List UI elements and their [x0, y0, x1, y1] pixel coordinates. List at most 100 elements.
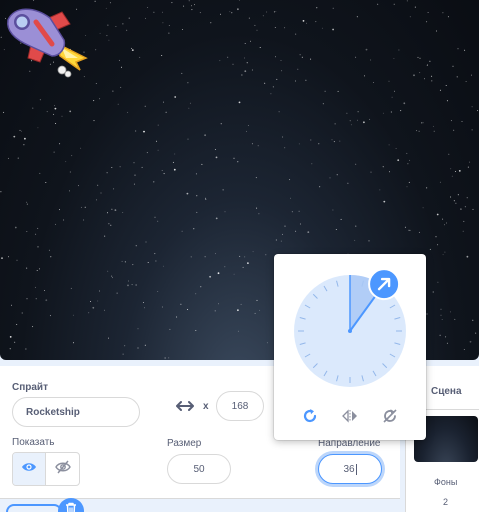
text-caret	[355, 463, 357, 475]
star	[116, 292, 118, 294]
sprite-thumbnail-selected[interactable]	[6, 504, 62, 512]
star	[11, 304, 12, 306]
star	[109, 2, 111, 4]
star	[163, 101, 164, 103]
star	[357, 119, 358, 121]
star	[8, 256, 9, 258]
star	[191, 5, 192, 7]
star	[55, 223, 56, 225]
star	[388, 80, 390, 82]
star	[318, 143, 320, 145]
backdrops-count: 2	[443, 497, 449, 507]
star	[54, 105, 55, 107]
star	[80, 206, 82, 208]
star	[398, 49, 400, 51]
star	[232, 63, 234, 65]
star	[432, 125, 434, 127]
star	[340, 218, 342, 220]
star	[403, 102, 406, 105]
star	[127, 284, 129, 287]
star	[46, 111, 48, 113]
star	[111, 277, 113, 279]
star	[237, 8, 239, 11]
star	[310, 139, 312, 141]
star	[450, 168, 452, 170]
star	[332, 7, 334, 9]
star	[164, 357, 166, 359]
direction-dial[interactable]	[274, 254, 426, 404]
star	[88, 312, 90, 314]
x-input[interactable]: 168	[216, 391, 264, 421]
star	[251, 69, 253, 71]
star	[147, 262, 149, 263]
star	[210, 22, 212, 24]
star	[255, 177, 257, 179]
star	[441, 319, 443, 320]
star	[174, 153, 176, 155]
star	[419, 57, 421, 59]
star	[144, 344, 146, 346]
star	[54, 107, 57, 110]
star	[180, 303, 182, 305]
star	[154, 216, 156, 218]
star	[26, 267, 28, 269]
star	[446, 342, 448, 344]
sprite-name-input[interactable]: Rocketship	[12, 397, 140, 427]
star	[108, 223, 110, 225]
star	[107, 270, 109, 272]
star	[97, 184, 99, 186]
direction-input[interactable]: 36	[318, 454, 382, 484]
rocketship-sprite[interactable]	[0, 0, 90, 80]
star	[84, 206, 86, 208]
star	[107, 24, 109, 26]
hide-button[interactable]	[46, 453, 79, 485]
star	[357, 111, 359, 113]
star	[72, 314, 74, 316]
star	[266, 342, 268, 344]
star	[363, 121, 365, 124]
star	[14, 226, 17, 229]
star	[50, 256, 52, 258]
star	[204, 134, 207, 137]
all-around-rotation-button[interactable]	[298, 406, 322, 430]
star	[59, 209, 60, 211]
star	[9, 336, 12, 338]
star	[419, 72, 421, 74]
star	[406, 152, 408, 154]
star	[475, 332, 477, 334]
star	[455, 171, 456, 172]
star	[332, 28, 334, 31]
star	[139, 56, 141, 58]
show-button[interactable]	[13, 453, 47, 485]
star	[162, 22, 164, 24]
star	[36, 270, 38, 271]
size-input[interactable]: 50	[167, 454, 231, 484]
star	[37, 127, 39, 129]
star	[34, 286, 36, 288]
star	[217, 272, 220, 275]
star	[248, 17, 250, 19]
star	[32, 326, 34, 328]
star	[201, 163, 203, 165]
star	[461, 121, 463, 122]
star	[442, 12, 444, 14]
star	[276, 78, 278, 80]
star	[453, 129, 455, 131]
star	[457, 194, 459, 196]
star	[181, 230, 183, 232]
star	[266, 11, 268, 13]
star	[156, 140, 157, 142]
star	[117, 103, 119, 105]
dont-rotate-button[interactable]	[378, 406, 402, 430]
star	[350, 124, 352, 126]
trash-icon	[65, 502, 77, 512]
star	[280, 60, 282, 61]
star	[435, 236, 437, 238]
left-right-rotation-button[interactable]	[338, 406, 362, 430]
star	[23, 144, 25, 146]
star	[272, 86, 274, 88]
star	[187, 138, 189, 140]
star	[273, 11, 275, 13]
star	[231, 12, 233, 14]
star	[195, 173, 197, 175]
